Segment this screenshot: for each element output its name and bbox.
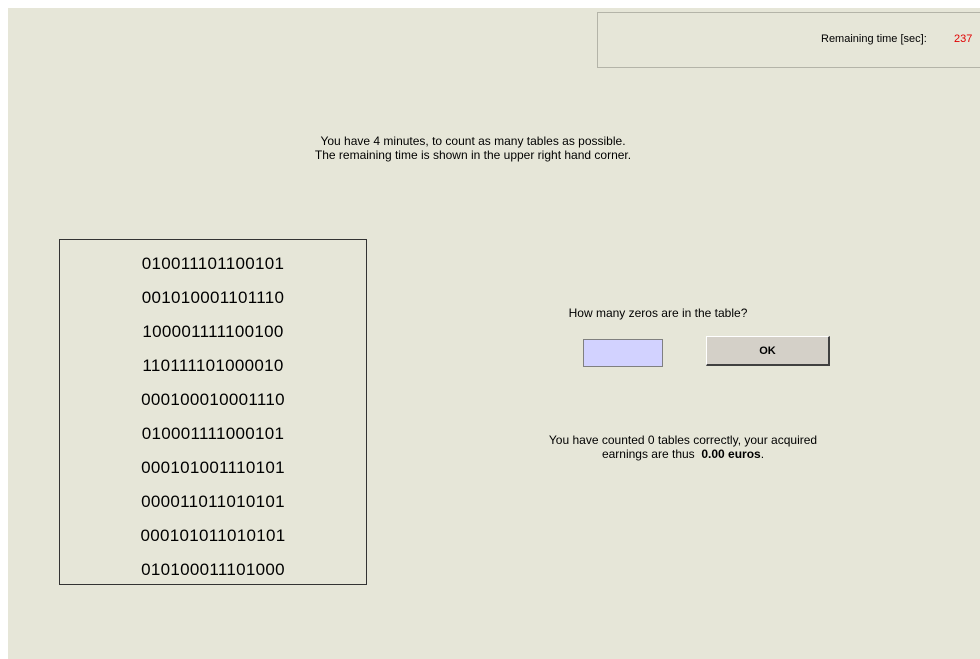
instructions-line-2: The remaining time is shown in the upper… (314, 148, 632, 162)
table-row: 000101011010101 (140, 526, 286, 545)
zeros-count-input[interactable] (583, 339, 663, 367)
remaining-time-value: 237 (954, 33, 973, 45)
ok-button[interactable]: OK (706, 336, 830, 366)
question-label: How many zeros are in the table? (568, 306, 748, 320)
earnings-prefix: earnings are thus (601, 447, 695, 461)
earnings-amount: 0.00 euros (701, 447, 761, 461)
binary-table: 010011101100101 001010001101110 10000111… (59, 239, 367, 585)
table-row: 001010001101110 (141, 288, 285, 307)
earnings-suffix: . (760, 447, 765, 461)
table-row: 100001111100100 (142, 322, 284, 341)
table-row: 000101001110101 (141, 458, 285, 477)
remaining-time-label: Remaining time [sec]: (821, 33, 927, 45)
table-row: 010001111000101 (141, 424, 285, 443)
table-row: 000100010001110 (141, 390, 285, 409)
table-row: 010100011101000 (141, 560, 285, 579)
table-row: 010011101100101 (141, 254, 285, 273)
earnings-text: You have counted 0 tables correctly, you… (468, 433, 898, 461)
timer-panel: Remaining time [sec]: 237 (597, 12, 980, 68)
earnings-line-1: You have counted 0 tables correctly, you… (548, 433, 818, 447)
experiment-screen: Remaining time [sec]: 237 You have 4 min… (8, 8, 980, 659)
table-row: 110111101000010 (142, 356, 284, 375)
table-row: 000011011010101 (141, 492, 285, 511)
earnings-line-2: earnings are thus 0.00 euros. (468, 447, 898, 461)
instructions-line-1: You have 4 minutes, to count as many tab… (320, 134, 626, 148)
instructions-text: You have 4 minutes, to count as many tab… (8, 134, 938, 162)
